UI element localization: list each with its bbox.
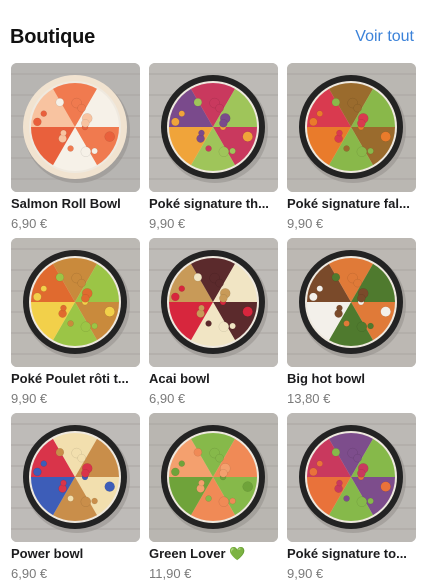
bowl-illustration: [287, 413, 416, 542]
bowl-illustration: [11, 238, 140, 367]
product-image[interactable]: [11, 413, 140, 542]
section-title: Boutique: [10, 25, 96, 48]
product-name-text: Green Lover: [149, 546, 226, 561]
product-price: 9,90 €: [11, 391, 48, 406]
product-grid: Salmon Roll Bowl 6,90 € Poké signature t…: [11, 63, 416, 585]
product-image[interactable]: [287, 63, 416, 192]
product-image[interactable]: [11, 238, 140, 367]
product-image[interactable]: [149, 63, 278, 192]
bowl-illustration: [11, 413, 140, 542]
product-name: Poké signature th...: [149, 196, 269, 211]
bowl-illustration: [149, 238, 278, 367]
product-name: Poké signature fal...: [287, 196, 410, 211]
product-name: Poké signature to...: [287, 546, 407, 561]
product-price: 6,90 €: [149, 391, 186, 406]
product-card[interactable]: Green Lover 💚 11,90 €: [149, 413, 278, 585]
bowl-illustration: [287, 63, 416, 192]
product-price: 9,90 €: [149, 216, 186, 231]
bowl-illustration: [11, 63, 140, 192]
product-price: 6,90 €: [11, 566, 48, 581]
product-image[interactable]: [149, 413, 278, 542]
product-image[interactable]: [287, 238, 416, 367]
bowl-illustration: [149, 413, 278, 542]
product-name: Salmon Roll Bowl: [11, 196, 121, 211]
product-price: 9,90 €: [287, 566, 324, 581]
product-card[interactable]: Poké signature to... 9,90 €: [287, 413, 416, 585]
product-price: 11,90 €: [149, 566, 192, 581]
product-price: 6,90 €: [11, 216, 48, 231]
product-image[interactable]: [287, 413, 416, 542]
product-name: Big hot bowl: [287, 371, 365, 386]
product-card[interactable]: Salmon Roll Bowl 6,90 €: [11, 63, 140, 238]
product-card[interactable]: Poké Poulet rôti t... 9,90 €: [11, 238, 140, 413]
product-card[interactable]: Acai bowl 6,90 €: [149, 238, 278, 413]
product-name: Acai bowl: [149, 371, 210, 386]
green-heart-icon: 💚: [229, 546, 246, 561]
product-name: Power bowl: [11, 546, 84, 561]
product-price: 13,80 €: [287, 391, 331, 406]
product-name: Poké Poulet rôti t...: [11, 371, 129, 386]
product-card[interactable]: Poké signature th... 9,90 €: [149, 63, 278, 238]
shop-header: Boutique Voir tout: [10, 24, 414, 50]
product-name: Green Lover 💚: [149, 546, 278, 562]
product-card[interactable]: Big hot bowl 13,80 €: [287, 238, 416, 413]
see-all-link[interactable]: Voir tout: [355, 28, 414, 46]
product-card[interactable]: Power bowl 6,90 €: [11, 413, 140, 585]
bowl-illustration: [287, 238, 416, 367]
product-card[interactable]: Poké signature fal... 9,90 €: [287, 63, 416, 238]
product-image[interactable]: [149, 238, 278, 367]
product-price: 9,90 €: [287, 216, 324, 231]
product-image[interactable]: [11, 63, 140, 192]
bowl-illustration: [149, 63, 278, 192]
